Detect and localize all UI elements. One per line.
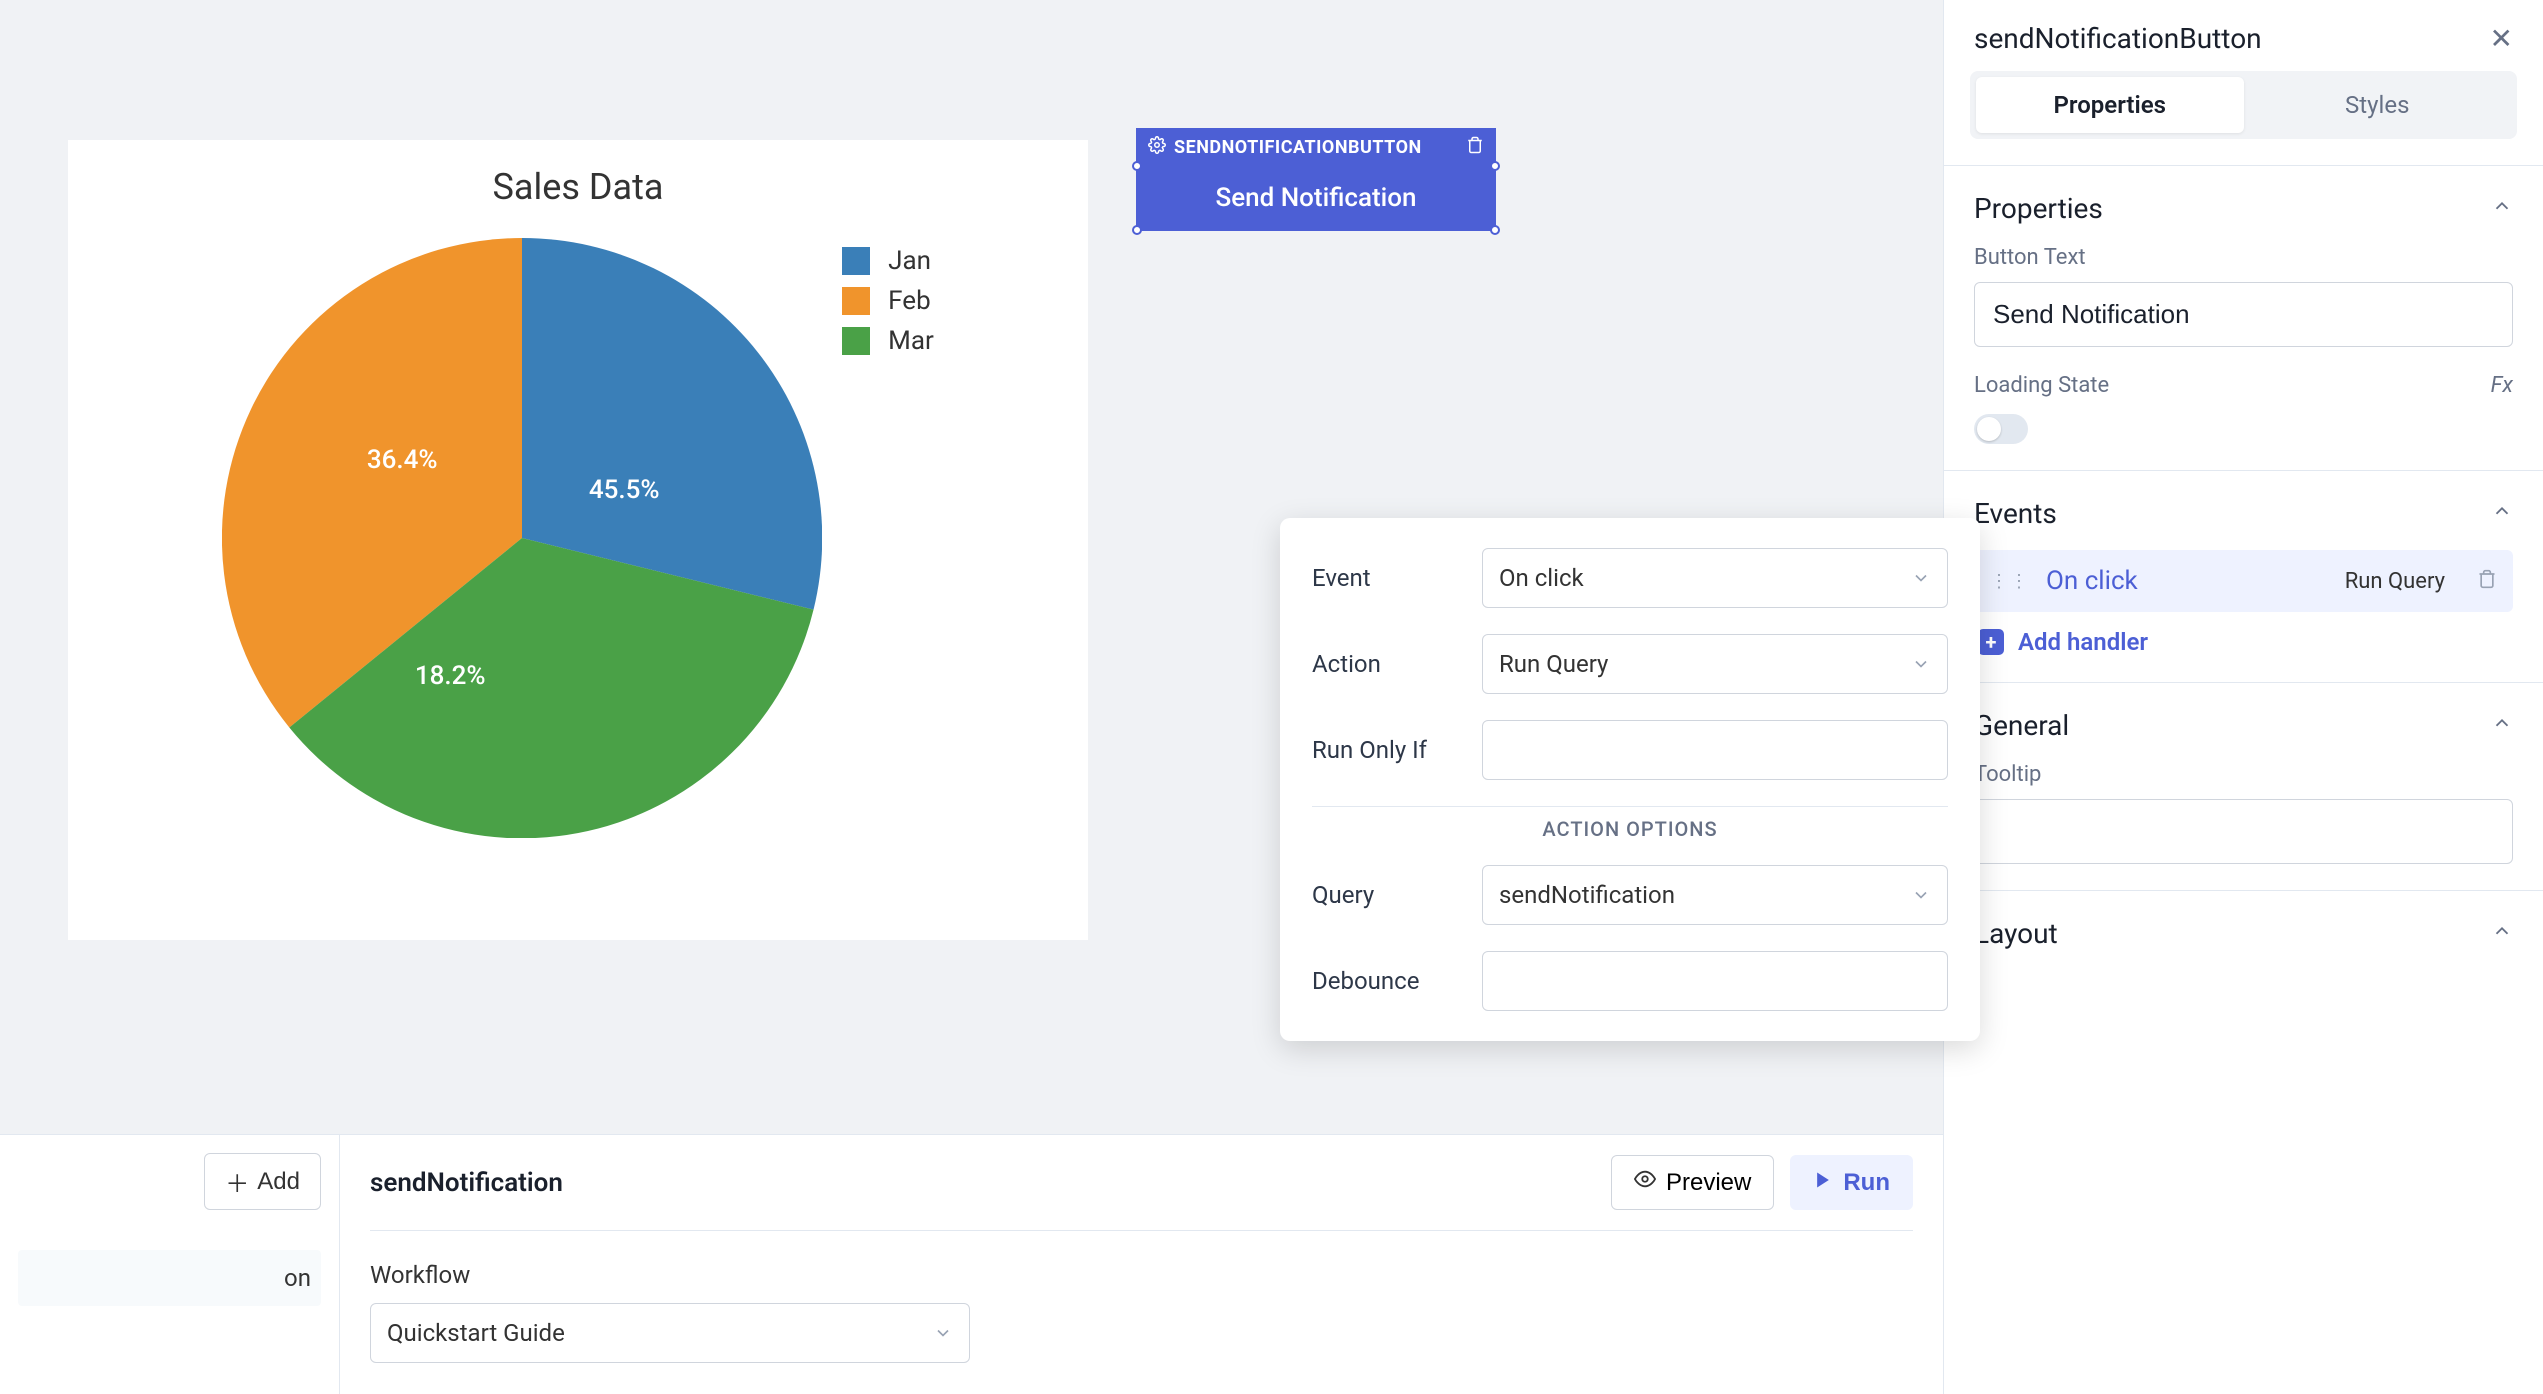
- action-label: Action: [1312, 650, 1482, 678]
- legend-swatch-feb: [842, 287, 870, 315]
- chart-title: Sales Data: [88, 166, 1068, 208]
- tooltip-input[interactable]: [1974, 799, 2513, 864]
- query-label: Query: [1312, 881, 1482, 909]
- preview-button[interactable]: Preview: [1611, 1155, 1774, 1210]
- pie-label-jan: 45.5%: [589, 475, 660, 505]
- query-name: sendNotification: [370, 1168, 563, 1198]
- workflow-value: Quickstart Guide: [387, 1319, 565, 1347]
- trash-icon[interactable]: [2477, 569, 2497, 593]
- resize-handle[interactable]: [1490, 161, 1500, 171]
- add-query-button[interactable]: ＋ Add: [204, 1153, 321, 1210]
- fx-toggle[interactable]: Fx: [2491, 373, 2513, 398]
- loading-state-label: Loading State: [1974, 373, 2109, 398]
- preview-label: Preview: [1666, 1169, 1751, 1197]
- action-select[interactable]: Run Query: [1482, 634, 1948, 694]
- run-button[interactable]: Run: [1790, 1155, 1913, 1210]
- chevron-down-icon: [1911, 568, 1931, 588]
- action-options-heading: ACTION OPTIONS: [1312, 817, 1948, 841]
- resize-handle[interactable]: [1132, 161, 1142, 171]
- query-panel: ＋ Add on sendNotification Preview: [0, 1134, 1943, 1394]
- run-only-if-input[interactable]: [1482, 720, 1948, 780]
- query-list-item[interactable]: on: [18, 1250, 321, 1306]
- event-handler-row[interactable]: ⋮⋮ On click Run Query: [1974, 550, 2513, 612]
- chart-legend: Jan Feb Mar: [842, 246, 934, 366]
- tab-properties[interactable]: Properties: [1976, 77, 2244, 133]
- inspector-tabs: Properties Styles: [1970, 71, 2517, 139]
- legend-swatch-mar: [842, 327, 870, 355]
- debounce-label: Debounce: [1312, 967, 1482, 995]
- event-action: Run Query: [2345, 569, 2445, 594]
- widget-selection-bar[interactable]: SENDNOTIFICATIONBUTTON: [1136, 128, 1496, 165]
- section-properties: Properties Button Text Loading State Fx: [1944, 165, 2543, 470]
- legend-label-mar: Mar: [888, 326, 934, 356]
- events-heading: Events: [1974, 497, 2057, 530]
- button-text-label: Button Text: [1974, 245, 2513, 270]
- add-label: Add: [257, 1168, 300, 1196]
- run-label: Run: [1843, 1169, 1890, 1197]
- legend-swatch-jan: [842, 247, 870, 275]
- event-editor-popover: Event On click Action Run Query: [1280, 518, 1980, 1041]
- chart-widget[interactable]: Sales Data 45.5% 36.4% 18.2%: [68, 140, 1088, 940]
- query-value: sendNotification: [1499, 881, 1675, 909]
- eye-icon: [1634, 1168, 1656, 1197]
- pie-chart: 45.5% 36.4% 18.2%: [222, 238, 822, 838]
- chevron-down-icon: [1911, 654, 1931, 674]
- trash-icon[interactable]: [1466, 136, 1484, 159]
- query-select[interactable]: sendNotification: [1482, 865, 1948, 925]
- event-name: On click: [2046, 566, 2138, 596]
- event-select[interactable]: On click: [1482, 548, 1948, 608]
- layout-heading: Layout: [1974, 917, 2058, 950]
- tooltip-label: Tooltip: [1974, 762, 2513, 787]
- gear-icon[interactable]: [1148, 136, 1166, 159]
- play-icon: [1813, 1169, 1833, 1197]
- plus-icon: +: [1978, 629, 2004, 655]
- general-heading: General: [1974, 709, 2069, 742]
- add-handler-button[interactable]: + Add handler: [1974, 628, 2513, 656]
- tab-styles[interactable]: Styles: [2244, 77, 2512, 133]
- inspector-title: sendNotificationButton: [1974, 22, 2262, 55]
- button-text-input[interactable]: [1974, 282, 2513, 347]
- chevron-up-icon[interactable]: [2491, 920, 2513, 948]
- send-notification-button[interactable]: Send Notification: [1136, 165, 1496, 231]
- selected-widget[interactable]: SENDNOTIFICATIONBUTTON Send Notification: [1136, 128, 1496, 231]
- resize-handle[interactable]: [1132, 225, 1142, 235]
- resize-handle[interactable]: [1490, 225, 1500, 235]
- loading-state-toggle[interactable]: [1974, 414, 2028, 444]
- section-layout: Layout: [1944, 890, 2543, 990]
- add-handler-label: Add handler: [2018, 628, 2148, 656]
- close-icon[interactable]: ✕: [2490, 22, 2513, 55]
- section-events: Events ⋮⋮ On click Run Query + Add handl…: [1944, 470, 2543, 682]
- properties-heading: Properties: [1974, 192, 2103, 225]
- chevron-up-icon[interactable]: [2491, 500, 2513, 528]
- event-label: Event: [1312, 564, 1482, 592]
- button-label: Send Notification: [1215, 183, 1416, 213]
- workflow-select[interactable]: Quickstart Guide: [370, 1303, 970, 1363]
- debounce-input[interactable]: [1482, 951, 1948, 1011]
- chevron-up-icon[interactable]: [2491, 712, 2513, 740]
- widget-tag-label: SENDNOTIFICATIONBUTTON: [1174, 137, 1422, 158]
- workflow-label: Workflow: [370, 1261, 1913, 1289]
- legend-label-jan: Jan: [888, 246, 931, 276]
- pie-label-feb: 36.4%: [367, 445, 438, 475]
- chevron-up-icon[interactable]: [2491, 195, 2513, 223]
- run-only-if-label: Run Only If: [1312, 736, 1482, 764]
- legend-label-feb: Feb: [888, 286, 931, 316]
- event-value: On click: [1499, 564, 1584, 592]
- plus-icon: ＋: [225, 1164, 249, 1199]
- inspector-sidebar: sendNotificationButton ✕ Properties Styl…: [1943, 0, 2543, 1394]
- canvas[interactable]: Sales Data 45.5% 36.4% 18.2%: [0, 0, 1943, 1394]
- chevron-down-icon: [1911, 885, 1931, 905]
- chevron-down-icon: [933, 1323, 953, 1343]
- divider: [1312, 806, 1948, 807]
- drag-handle-icon[interactable]: ⋮⋮: [1990, 571, 2030, 592]
- pie-label-mar: 18.2%: [415, 661, 486, 691]
- action-value: Run Query: [1499, 650, 1608, 678]
- section-general: General Tooltip: [1944, 682, 2543, 890]
